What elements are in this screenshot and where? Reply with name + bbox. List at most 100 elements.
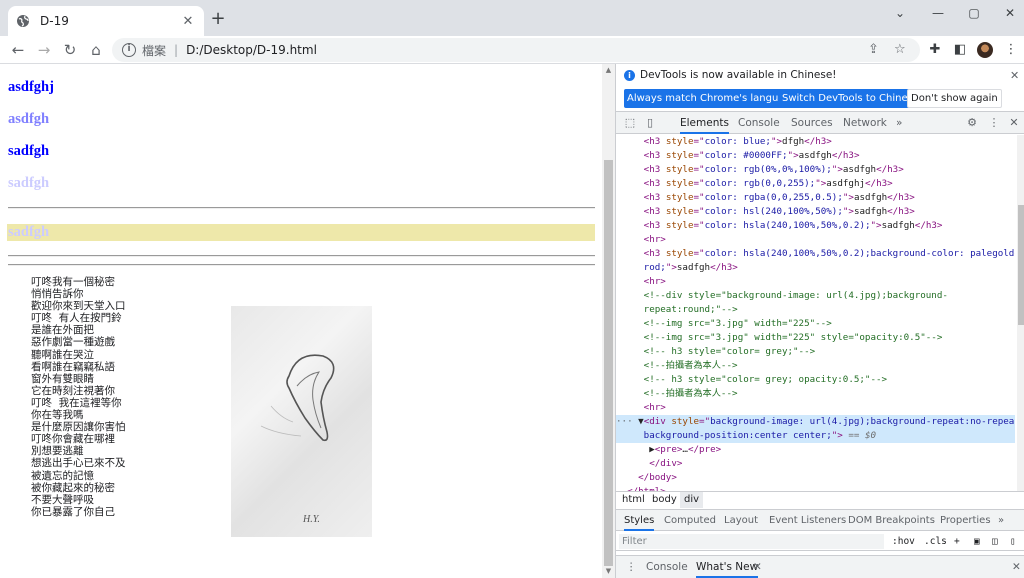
dont-show-again-button[interactable]: Don't show again [907, 89, 1002, 108]
dom-comment[interactable]: <!--div style="background-image: url(4.j… [616, 289, 1015, 303]
notice-message: DevTools is now available in Chinese! [640, 69, 837, 81]
poem-line: 你在等我嗎 [31, 409, 84, 422]
dom-comment[interactable]: <!-- h3 style="color= grey;"--> [616, 345, 1015, 359]
close-devtools-icon[interactable]: ✕ [1008, 115, 1020, 131]
close-window-button[interactable]: ✕ [998, 5, 1022, 21]
dom-node[interactable]: <h3 style="color: hsla(240,100%,50%,0.2)… [616, 219, 1015, 233]
new-style-rule-icon[interactable]: + [954, 534, 960, 549]
dom-node[interactable]: ▶<pre>…</pre> [616, 443, 1015, 457]
heading-4: sadfgh [8, 175, 50, 191]
poem-line: 叮咚 我在這裡等你 [31, 396, 122, 409]
dom-node[interactable]: <h3 style="color: hsl(240,100%,50%);">sa… [616, 205, 1015, 219]
tab-properties[interactable]: Properties [940, 510, 991, 531]
tab-styles[interactable]: Styles [624, 510, 655, 531]
page-scrollbar[interactable]: ▲ ▼ [602, 64, 615, 578]
tab-console[interactable]: Console [738, 112, 780, 134]
home-icon[interactable]: ⌂ [86, 40, 106, 60]
drawer-tab-whats-new[interactable]: What's New [696, 556, 759, 578]
devtools-tabs: ⬚ ▯ Elements Console Sources Network » ⚙… [616, 112, 1024, 134]
dom-comment[interactable]: <!--img src="3.jpg" width="225" style="o… [616, 331, 1015, 345]
new-tab-button[interactable]: + [208, 9, 228, 29]
dom-node[interactable]: <hr> [616, 401, 1015, 415]
dom-node[interactable]: <h3 style="color: rgb(0,0,255);">asdfghj… [616, 177, 1015, 191]
dom-node[interactable]: <h3 style="color: hsla(240,100%,50%,0.2)… [616, 247, 1015, 261]
dom-comment[interactable]: repeat:round;"--> [616, 303, 1015, 317]
devtools-menu-icon[interactable]: ⋮ [988, 115, 1000, 131]
cls-toggle[interactable]: .cls [924, 534, 947, 549]
share-icon[interactable]: ⇪ [868, 42, 879, 57]
extensions-icon[interactable]: ✚ [926, 41, 944, 59]
close-tab-icon[interactable]: ✕ [180, 14, 196, 29]
menu-kebab-icon[interactable]: ⋮ [1002, 41, 1020, 59]
dom-node[interactable]: <hr> [616, 233, 1015, 247]
address-bar[interactable]: i 檔案 | D:/Desktop/D-19.html ⇪ ☆ [112, 38, 920, 62]
computed-sidebar-icon[interactable]: ◫ [992, 534, 998, 549]
elements-tree[interactable]: <h3 style="color: blue;">dfgh</h3> <h3 s… [616, 135, 1015, 491]
poem-line: 被遺忘的記憶 [31, 469, 94, 482]
drawer-tab-console[interactable]: Console [646, 556, 688, 578]
side-panel-icon[interactable]: ◧ [951, 41, 969, 59]
sketch-drawing: H.Y. [260, 354, 335, 525]
tab-layout[interactable]: Layout [724, 510, 758, 531]
back-icon[interactable]: ← [8, 40, 28, 60]
sketch-image: H.Y. [231, 306, 372, 537]
scroll-down-icon[interactable]: ▼ [604, 567, 613, 575]
match-language-button[interactable]: Always match Chrome's language [624, 89, 800, 108]
more-styles-tabs-icon[interactable]: » [998, 510, 1004, 531]
hov-toggle[interactable]: :hov [892, 534, 915, 549]
styles-filter-input[interactable]: Filter [619, 534, 884, 549]
tab-dom-breakpoints[interactable]: DOM Breakpoints [848, 510, 935, 531]
breadcrumb-html[interactable]: html [618, 492, 649, 508]
dom-comment[interactable]: <!--拍攝者為本人--> [616, 359, 1015, 373]
profile-avatar[interactable] [977, 42, 993, 58]
poem-line: 它在時刻注視著你 [31, 384, 115, 397]
site-info-icon[interactable]: i [122, 43, 136, 57]
browser-tab[interactable]: D-19 ✕ [8, 6, 204, 36]
tab-network[interactable]: Network [843, 112, 887, 134]
inspect-element-icon[interactable]: ⬚ [622, 115, 638, 131]
close-notice-icon[interactable]: ✕ [1010, 69, 1019, 82]
dom-node[interactable]: <hr> [616, 275, 1015, 289]
more-tabs-icon[interactable]: » [896, 112, 902, 134]
dom-node[interactable]: </body> [616, 471, 1015, 485]
selected-dom-node[interactable]: ··· ▼<div style="background-image: url(4… [616, 415, 1015, 429]
tab-elements[interactable]: Elements [680, 112, 729, 134]
elements-scrollbar-thumb[interactable] [1018, 205, 1024, 325]
elements-scrollbar[interactable] [1017, 135, 1024, 491]
close-drawer-icon[interactable]: ✕ [1012, 556, 1021, 578]
dom-node[interactable]: <h3 style="color: blue;">dfgh</h3> [616, 135, 1015, 149]
tab-search-icon[interactable]: ⌄ [888, 5, 912, 21]
dom-comment[interactable]: <!-- h3 style="color= grey; opacity:0.5;… [616, 373, 1015, 387]
reload-icon[interactable]: ↻ [60, 40, 80, 60]
dom-comment[interactable]: <!--拍攝者為本人--> [616, 387, 1015, 401]
styles-menu-icon[interactable]: ▯ [1010, 534, 1016, 549]
settings-gear-icon[interactable]: ⚙ [964, 115, 980, 131]
dom-node[interactable]: </div> [616, 457, 1015, 471]
scrollbar-thumb[interactable] [604, 160, 613, 566]
bookmark-star-icon[interactable]: ☆ [894, 42, 906, 57]
maximize-button[interactable]: ▢ [962, 5, 986, 21]
breadcrumb-body[interactable]: body [648, 492, 681, 508]
selected-dom-node-cont[interactable]: background-position:center center;"> == … [616, 429, 1015, 443]
scroll-up-icon[interactable]: ▲ [604, 66, 613, 74]
breadcrumb-div[interactable]: div [680, 492, 704, 508]
tab-event-listeners[interactable]: Event Listeners [769, 510, 846, 531]
forward-icon[interactable]: → [34, 40, 54, 60]
page-viewport: asdfghj asdfgh sadfgh sadfgh sadfgh 叮咚我有… [0, 64, 602, 578]
minimize-button[interactable]: — [926, 5, 950, 21]
dom-node[interactable]: <h3 style="color: rgba(0,0,255,0.5);">as… [616, 191, 1015, 205]
close-drawer-tab-icon[interactable]: ✕ [753, 556, 762, 578]
tab-computed[interactable]: Computed [664, 510, 716, 531]
element-state-icon[interactable]: ▣ [974, 534, 980, 549]
poem-line: 想逃出手心已來不及 [31, 457, 126, 470]
dom-node[interactable]: <h3 style="color: #0000FF;">asdfgh</h3> [616, 149, 1015, 163]
dom-comment[interactable]: <!--img src="3.jpg" width="225"--> [616, 317, 1015, 331]
tab-sources[interactable]: Sources [791, 112, 833, 134]
drawer-menu-icon[interactable]: ⋮ [626, 556, 637, 578]
device-toolbar-icon[interactable]: ▯ [642, 115, 658, 131]
dom-node[interactable]: rod;">sadfgh</h3> [616, 261, 1015, 275]
url-text[interactable]: D:/Desktop/D-19.html [186, 43, 317, 57]
dom-node[interactable]: <h3 style="color: rgb(0%,0%,100%);">asdf… [616, 163, 1015, 177]
switch-language-button[interactable]: Switch DevTools to Chinese [779, 89, 922, 108]
poem-line: 是什麼原因讓你害怕 [31, 421, 126, 434]
